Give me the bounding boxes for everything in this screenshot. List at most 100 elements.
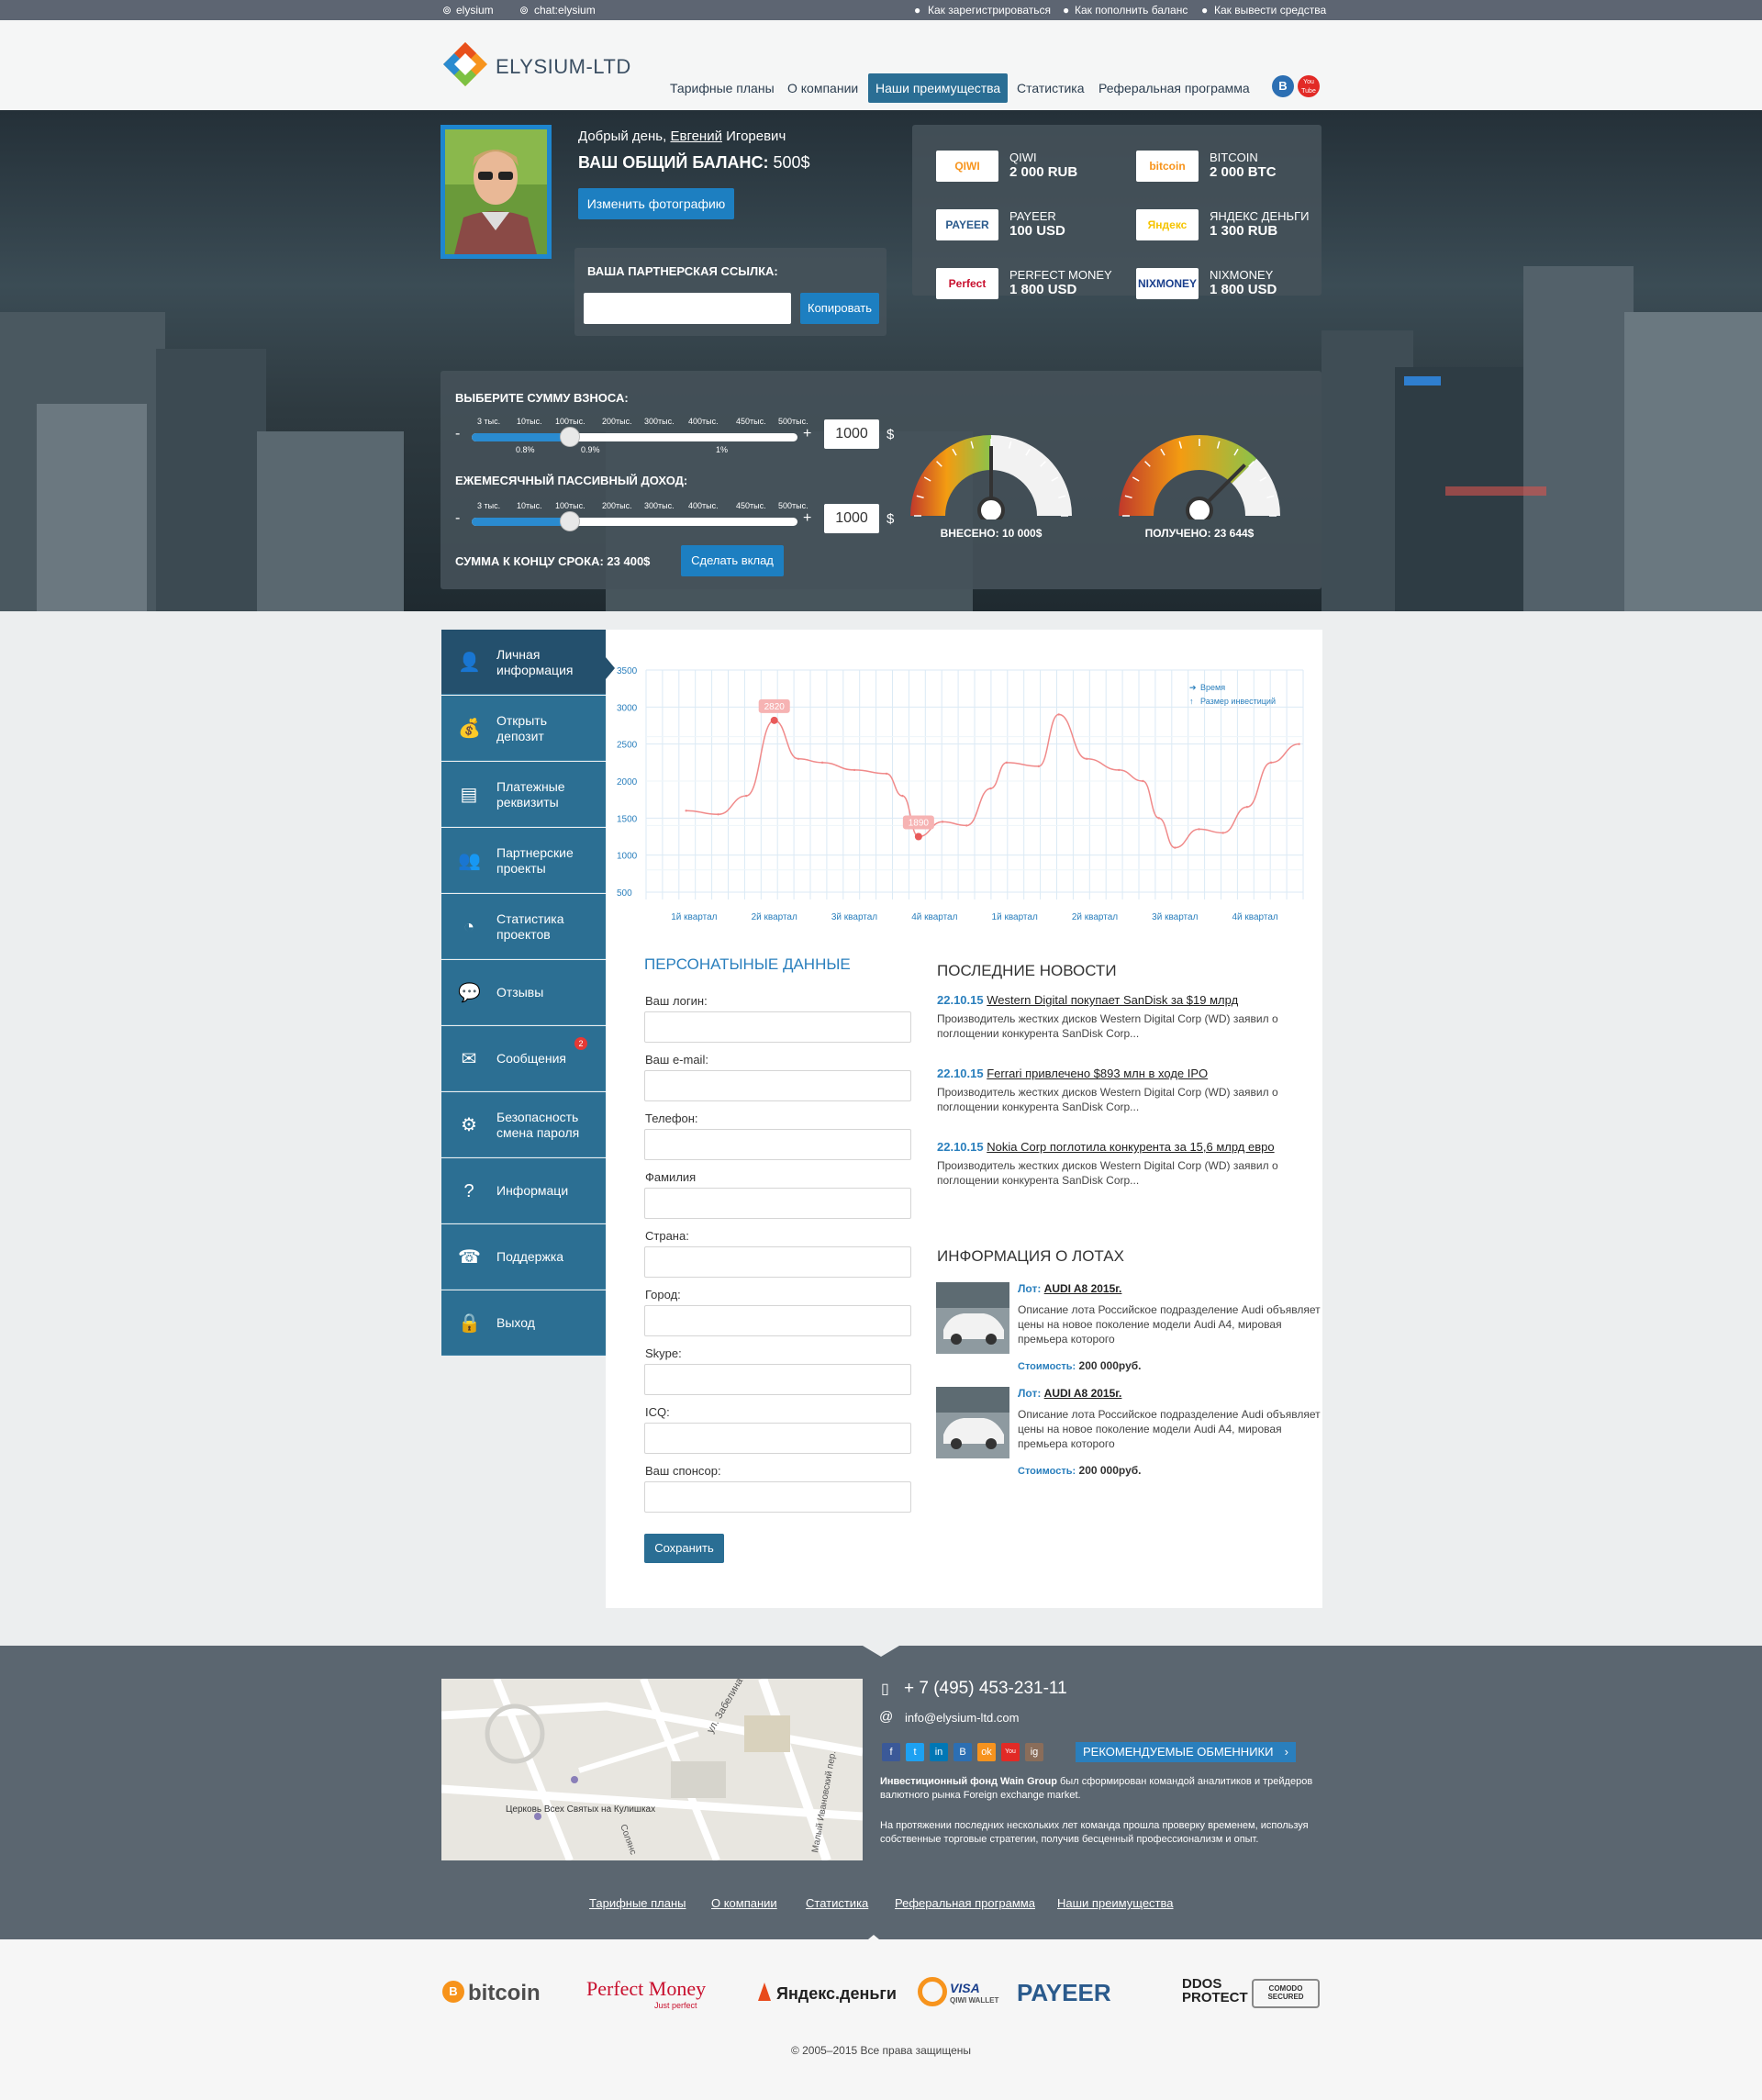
vk-icon[interactable]: B xyxy=(953,1743,972,1761)
slider-tick-label: 500тыс. xyxy=(778,417,809,426)
user-first-name[interactable]: Евгений xyxy=(670,128,722,144)
nav-statistics[interactable]: Статистика xyxy=(1009,73,1092,103)
how-withdraw-link[interactable]: Как вывести средства xyxy=(1214,4,1326,17)
phone-icon: ▯ xyxy=(881,1681,889,1697)
field-label: Фамилия xyxy=(645,1170,697,1184)
y-tick-label: 500 xyxy=(617,888,632,899)
nav-referral[interactable]: Реферальная программа xyxy=(1091,73,1257,103)
sidebar-item-gear[interactable]: ⚙ Безопасность смена пароля xyxy=(441,1092,606,1157)
sidebar-item-money-bag[interactable]: 💰 Открыть депозит xyxy=(441,696,606,761)
rate-label: 0.9% xyxy=(581,445,600,454)
sidebar-item-lock[interactable]: 🔒 Выход xyxy=(441,1290,606,1356)
sidebar-item-chat[interactable]: 💬 Отзывы xyxy=(441,960,606,1025)
footer-link-about[interactable]: О компании xyxy=(711,1896,777,1910)
lot-label: Лот: xyxy=(1018,1387,1042,1400)
slider-minus-button[interactable]: - xyxy=(455,510,460,527)
ddos-protect-logo: DDOS PROTECT xyxy=(1182,1976,1248,2005)
amount-input[interactable]: 1000 xyxy=(824,419,879,449)
sidebar-item-pie-chart[interactable]: ◔ Статистика проектов xyxy=(441,894,606,959)
lot-car-image[interactable] xyxy=(936,1387,1009,1458)
chart-point xyxy=(1221,832,1224,834)
field-label: ICQ: xyxy=(645,1405,670,1419)
sidebar-item-phone[interactable]: ☎ Поддержка xyxy=(441,1224,606,1290)
slider-plus-button[interactable]: + xyxy=(803,510,811,527)
logo-text[interactable]: ELYSIUM-LTD xyxy=(496,55,631,79)
chart-point xyxy=(1037,765,1041,768)
how-register-link[interactable]: Как зарегистрироваться xyxy=(928,4,1051,17)
lot-name[interactable]: AUDI A8 2015г. xyxy=(1044,1387,1122,1400)
footer-link-advantages[interactable]: Наши преимущества xyxy=(1057,1896,1174,1910)
slider-tick-label: 500тыс. xyxy=(778,501,809,510)
form-input[interactable] xyxy=(644,1070,911,1101)
save-button[interactable]: Сохранить xyxy=(644,1534,724,1563)
slider-handle[interactable] xyxy=(559,511,580,531)
form-input[interactable] xyxy=(644,1246,911,1278)
how-deposit-link[interactable]: Как пополнить баланс xyxy=(1075,4,1188,17)
nav-advantages[interactable]: Наши преимущества xyxy=(868,73,1009,103)
amount-input[interactable]: 1000 xyxy=(824,504,879,533)
news-headline[interactable]: Ferrari привлечено $893 млн в ходе IPO xyxy=(987,1067,1208,1080)
wallet-name: QIWI xyxy=(1009,151,1037,164)
logo-icon[interactable] xyxy=(441,40,489,88)
form-input[interactable] xyxy=(644,1481,911,1513)
instagram-icon[interactable]: ig xyxy=(1025,1743,1043,1761)
footer-link-tariffs[interactable]: Тарифные планы xyxy=(589,1896,686,1910)
twitter-icon[interactable]: t xyxy=(906,1743,924,1761)
sidebar-item-group[interactable]: 👥 Партнерские проекты xyxy=(441,828,606,893)
footer-email[interactable]: info@elysium-ltd.com xyxy=(905,1711,1019,1725)
at-icon: @ xyxy=(879,1709,894,1725)
amount-slider[interactable] xyxy=(472,511,797,531)
nav-about[interactable]: О компании xyxy=(780,73,865,103)
sidebar-item-question[interactable]: ? Информаци xyxy=(441,1158,606,1223)
form-input[interactable] xyxy=(644,1188,911,1219)
youtube-icon[interactable]: You Tube xyxy=(1298,75,1320,97)
wallets-panel: QIWI QIWI 2 000 RUB bitcoin BITCOIN 2 000 BTC… xyxy=(912,125,1322,299)
field-label: Страна: xyxy=(645,1229,689,1243)
sidebar-item-user[interactable]: 👤 Личная информация xyxy=(441,630,606,695)
hero-section: Добрый день, Евгений Игоревич ВАШ ОБЩИЙ … xyxy=(0,110,1762,611)
copy-button[interactable]: Копировать xyxy=(800,293,879,324)
form-input[interactable] xyxy=(644,1011,911,1043)
vk-icon[interactable]: B xyxy=(1272,75,1294,97)
news-date: 22.10.15 xyxy=(937,1067,984,1080)
nav-tariffs[interactable]: Тарифные планы xyxy=(663,73,782,103)
odnoklassniki-icon[interactable]: ok xyxy=(977,1743,996,1761)
exchangers-label: РЕКОМЕНДУЕМЫЕ ОБМЕННИКИ xyxy=(1083,1745,1274,1759)
skype-chat[interactable]: chat:elysium xyxy=(534,4,596,17)
sidebar-item-card[interactable]: ▤ Платежные реквизиты xyxy=(441,762,606,827)
form-input[interactable] xyxy=(644,1364,911,1395)
rate-label: 1% xyxy=(716,445,729,454)
footer-link-referral[interactable]: Реферальная программа xyxy=(895,1896,1035,1910)
news-headline[interactable]: Western Digital покупает SanDisk за $19 … xyxy=(987,993,1238,1007)
slider-tick-label: 200тыс. xyxy=(602,501,632,510)
amount-slider[interactable] xyxy=(472,427,797,447)
slider-handle[interactable] xyxy=(559,427,580,447)
form-input[interactable] xyxy=(644,1129,911,1160)
make-deposit-button[interactable]: Сделать вклад xyxy=(681,545,784,576)
lot-name[interactable]: AUDI A8 2015г. xyxy=(1044,1282,1122,1295)
news-headline[interactable]: Nokia Corp поглотила конкурента за 15,6 … xyxy=(987,1140,1274,1154)
partner-link-input[interactable] xyxy=(584,293,791,324)
youtube-icon[interactable]: You xyxy=(1001,1743,1020,1761)
wallet-name: BITCOIN xyxy=(1210,151,1258,164)
facebook-icon[interactable]: f xyxy=(882,1743,900,1761)
slider-minus-button[interactable]: - xyxy=(455,426,460,442)
lot-price-value: 200 000руб. xyxy=(1078,1359,1142,1372)
lot-heading: Лот: AUDI A8 2015г. xyxy=(1018,1282,1121,1295)
chart-point xyxy=(885,772,888,776)
skype-contact[interactable]: elysium xyxy=(456,4,494,17)
lot-car-image[interactable] xyxy=(936,1282,1009,1354)
exchangers-button[interactable]: РЕКОМЕНДУЕМЫЕ ОБМЕННИКИ › xyxy=(1076,1742,1296,1762)
footer-link-statistics[interactable]: Статистика xyxy=(806,1896,868,1910)
form-input[interactable] xyxy=(644,1423,911,1454)
sidebar-item-label: Информаци xyxy=(496,1183,569,1198)
x-tick-label: 1й квартал xyxy=(671,912,717,922)
map[interactable]: ул. Забелина Малый Ивановский пер. Церко… xyxy=(441,1679,863,1860)
footer-phone[interactable]: + 7 (495) 453-231-11 xyxy=(904,1679,1067,1699)
linkedin-icon[interactable]: in xyxy=(930,1743,948,1761)
sidebar-item-envelope[interactable]: ✉ Сообщения 2 xyxy=(441,1026,606,1091)
slider-plus-button[interactable]: + xyxy=(803,426,811,442)
form-input[interactable] xyxy=(644,1305,911,1336)
change-photo-button[interactable]: Изменить фотографию xyxy=(578,188,734,219)
bitcoin-logo: bitcoin xyxy=(468,1981,541,2005)
